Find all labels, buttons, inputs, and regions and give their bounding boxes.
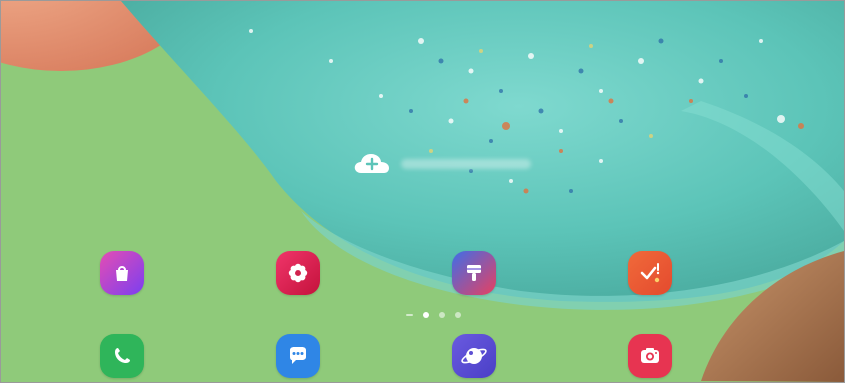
camera-icon <box>641 348 659 363</box>
page-dot-3[interactable] <box>455 312 461 318</box>
message-icon <box>290 347 306 364</box>
flower-icon <box>288 263 308 283</box>
browser-icon <box>461 348 487 364</box>
phone-icon <box>115 348 130 363</box>
internet-app-button[interactable] <box>452 334 496 378</box>
weather-text <box>401 159 531 169</box>
weather-widget[interactable] <box>353 151 393 175</box>
wallpaper <box>1 1 844 382</box>
paint-brush-icon <box>467 265 481 281</box>
reminder-app-button[interactable] <box>628 251 672 295</box>
messages-app-button[interactable] <box>276 334 320 378</box>
page-indicator <box>406 311 461 319</box>
camera-app-button[interactable] <box>628 334 672 378</box>
cloud-plus-icon <box>354 154 389 173</box>
shopping-bag-icon <box>116 266 128 281</box>
page-indicator-home[interactable] <box>406 314 413 316</box>
theme-app-button[interactable] <box>452 251 496 295</box>
phone-app-button[interactable] <box>100 334 144 378</box>
checkmark-icon <box>640 263 660 283</box>
flower-app-button[interactable] <box>276 251 320 295</box>
home-screen <box>0 0 845 383</box>
app-store-icon-button[interactable] <box>100 251 144 295</box>
page-dot-2[interactable] <box>439 312 445 318</box>
page-dot-1[interactable] <box>423 312 429 318</box>
